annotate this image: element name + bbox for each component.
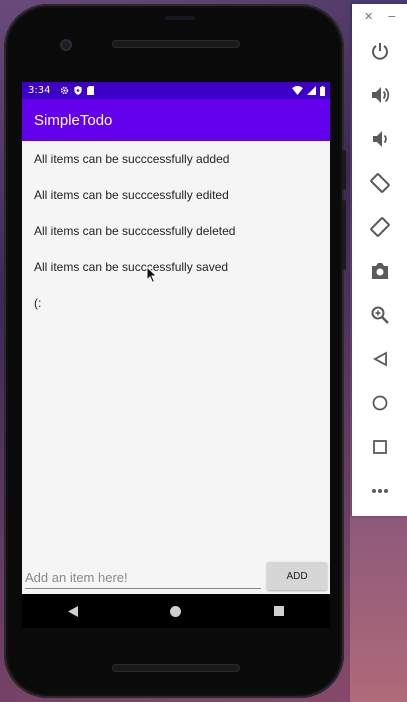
app-bar: SimpleTodo [22,99,330,141]
mouse-cursor-icon [146,265,158,288]
close-icon[interactable]: ✕ [364,10,373,23]
nav-home-button[interactable] [156,596,196,626]
overview-icon [273,606,284,616]
shield-icon [74,86,83,95]
power-button[interactable] [352,36,407,66]
phone-volume-button [342,200,346,270]
rotate-right-button[interactable] [352,212,407,242]
cell-signal-icon [307,86,316,95]
back-icon [68,605,79,617]
rotate-left-button[interactable] [352,168,407,198]
front-camera [60,39,72,51]
overview-icon [372,440,387,454]
phone-screen: 3:34 SimpleTodo All items can be succces… [22,82,330,594]
back-icon [372,351,387,367]
volume-up-icon [371,87,389,103]
power-icon [371,43,388,60]
todo-item[interactable]: All items can be succcessfully edited [22,177,330,213]
rotate-left-icon [369,173,390,193]
todo-item[interactable]: All items can be succcessfully deleted [22,213,330,249]
add-item-input[interactable] [25,566,261,589]
android-nav-bar [22,594,330,628]
top-speaker [112,40,240,48]
battery-icon [320,85,325,96]
status-bar: 3:34 [22,82,330,99]
status-time: 3:34 [28,85,51,96]
more-icon [371,489,388,493]
app-title: SimpleTodo [34,111,113,129]
screenshot-button[interactable] [352,256,407,286]
sd-card-icon [87,86,95,95]
todo-item[interactable]: All items can be succcessfully saved [22,249,330,285]
rotate-right-icon [369,217,390,237]
zoom-icon [371,306,389,324]
volume-down-icon [372,131,387,147]
emulator-side-panel: ✕ − [352,4,407,516]
emulator-back-button[interactable] [352,344,407,374]
camera-icon [371,263,388,279]
volume-down-button[interactable] [352,124,407,154]
more-options-button[interactable] [352,476,407,506]
phone-side-button [342,150,346,190]
home-icon [372,395,387,411]
emulator-home-button[interactable] [352,388,407,418]
zoom-button[interactable] [352,300,407,330]
home-icon [170,605,182,617]
todo-item[interactable]: (: [22,285,330,321]
add-button[interactable]: ADD [267,562,327,590]
volume-up-button[interactable] [352,80,407,110]
todo-list: All items can be succcessfully added All… [22,141,330,321]
gear-icon [61,86,69,95]
add-item-row: ADD [22,560,330,594]
emulator-panel-header: ✕ − [352,4,407,28]
todo-item[interactable]: All items can be succcessfully added [22,141,330,177]
emulator-overview-button[interactable] [352,432,407,462]
nav-overview-button[interactable] [259,596,299,626]
bottom-speaker [112,664,240,672]
wifi-icon [292,86,303,95]
minimize-icon[interactable]: − [387,10,396,23]
earpiece-slit [165,16,195,20]
nav-back-button[interactable] [53,596,93,626]
